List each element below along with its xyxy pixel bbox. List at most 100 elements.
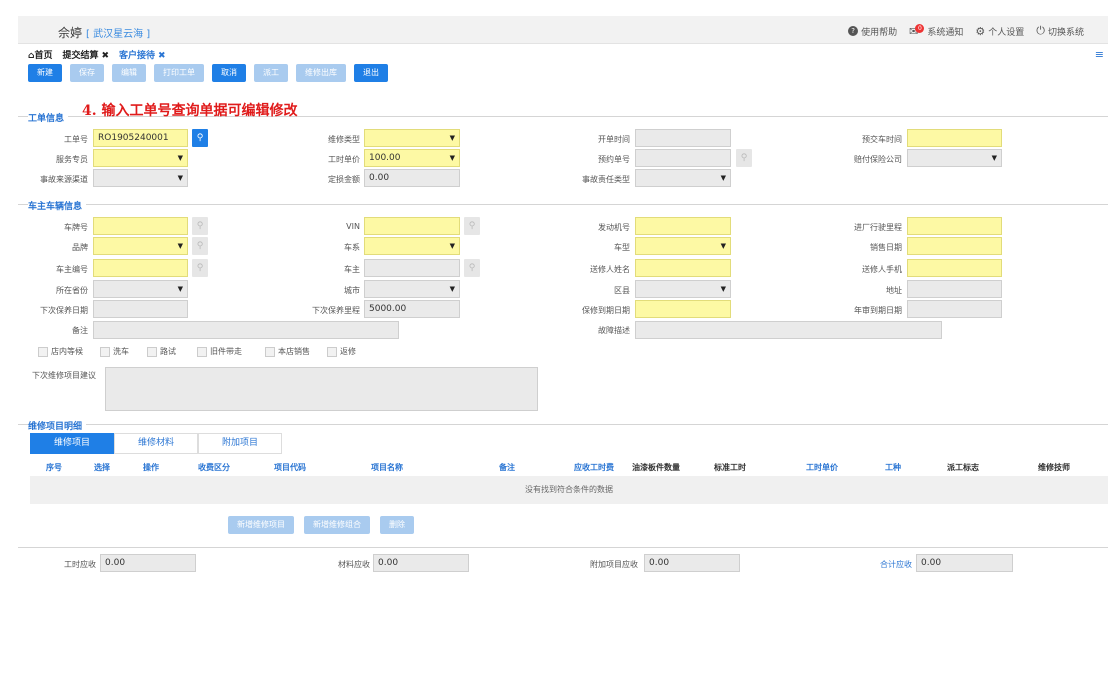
exit-button[interactable]: 退出	[354, 64, 388, 82]
save-button[interactable]: 保存	[70, 64, 104, 82]
tab-settle[interactable]: 提交结算 ✖	[62, 48, 109, 61]
caret-down-icon: ▼	[720, 285, 726, 293]
caret-down-icon: ▼	[449, 134, 455, 142]
caret-down-icon: ▼	[991, 154, 997, 162]
checkbox-box[interactable]	[197, 346, 207, 357]
tab-home-label: 首页	[34, 51, 53, 61]
brand-select[interactable]: ▼	[93, 237, 188, 255]
checkbox-box[interactable]	[327, 346, 337, 357]
tab-home[interactable]: ⌂首页	[28, 48, 52, 61]
plate-input[interactable]	[93, 217, 188, 235]
model-select[interactable]: ▼	[635, 237, 731, 255]
print-button[interactable]: 打印工单	[154, 64, 204, 82]
warranty-input[interactable]	[635, 300, 731, 318]
expect-time-input[interactable]	[907, 129, 1002, 147]
checkbox-box[interactable]	[147, 346, 157, 357]
close-icon[interactable]: ✖	[101, 51, 109, 61]
store-name[interactable]: [ 武汉星云海 ]	[86, 29, 150, 40]
advisor-select[interactable]: ▼	[93, 149, 188, 167]
checkbox-wash[interactable]: 洗车	[100, 346, 129, 357]
outstock-button[interactable]: 维修出库	[296, 64, 346, 82]
checkbox-box[interactable]	[38, 346, 48, 357]
sale-date-input[interactable]	[907, 237, 1002, 255]
help-link[interactable]: ? 使用帮助	[848, 24, 897, 38]
next-date-input[interactable]	[93, 300, 188, 318]
fault-input[interactable]	[635, 321, 942, 339]
hour-price-select[interactable]: 100.00 ▼	[364, 149, 460, 167]
tab-repair-items[interactable]: 维修项目	[30, 433, 114, 454]
liability-select[interactable]: ▼	[635, 169, 731, 187]
sender-phone-input[interactable]	[907, 259, 1002, 277]
dispatch-button[interactable]: 派工	[254, 64, 288, 82]
expect-time-label: 预交车时间	[862, 135, 902, 144]
new-button[interactable]: 新建	[28, 64, 62, 82]
add-item-button[interactable]: 新增维修项目	[228, 516, 294, 534]
order-no-input[interactable]: RO1905240001	[93, 129, 188, 147]
col-header: 操作	[143, 463, 159, 472]
search-icon[interactable]: ⚲	[192, 259, 208, 277]
search-icon[interactable]: ⚲	[464, 217, 480, 235]
search-icon[interactable]: ⚲	[192, 217, 208, 235]
engine-input[interactable]	[635, 217, 731, 235]
appoint-no-input[interactable]	[635, 149, 731, 167]
inspect-input[interactable]	[907, 300, 1002, 318]
deposit-input[interactable]: 0.00	[364, 169, 460, 187]
owner-no-input[interactable]	[93, 259, 188, 277]
switch-link[interactable]: ⏻ 切换系统	[1036, 24, 1084, 38]
liability-label: 事故责任类型	[582, 175, 630, 184]
repair-type-select[interactable]: ▼	[364, 129, 460, 147]
notify-link[interactable]: ✉ 0 系统通知	[909, 23, 963, 38]
address-input[interactable]	[907, 280, 1002, 298]
source-select[interactable]: ▼	[93, 169, 188, 187]
search-icon[interactable]: ⚲	[192, 237, 208, 255]
tab-extra-items[interactable]: 附加项目	[198, 433, 282, 454]
tab-settle-label: 提交结算	[62, 51, 99, 61]
address-label: 地址	[886, 286, 902, 295]
model-label: 车型	[614, 243, 630, 252]
cancel-button[interactable]: 取消	[212, 64, 246, 82]
search-icon[interactable]: ⚲	[192, 129, 208, 147]
settings-link[interactable]: ⚙ 个人设置	[975, 24, 1024, 38]
tab-reception[interactable]: 客户接待 ✖	[119, 48, 166, 61]
next-date-label: 下次保养日期	[40, 306, 88, 315]
tab-materials[interactable]: 维修材料	[114, 433, 198, 454]
owner-label: 车主	[344, 265, 360, 274]
checkbox-store-sale[interactable]: 本店销售	[265, 346, 310, 357]
checkbox-old-parts[interactable]: 旧件带走	[197, 346, 242, 357]
material-label: 材料应收	[338, 560, 370, 569]
col-header: 派工标志	[947, 463, 979, 472]
next-mileage-input[interactable]: 5000.00	[364, 300, 460, 318]
caret-down-icon: ▼	[449, 154, 455, 162]
close-icon[interactable]: ✖	[158, 51, 166, 61]
checkbox-rework[interactable]: 返修	[327, 346, 356, 357]
menu-icon[interactable]: ≡	[1095, 48, 1104, 61]
page-tabs: ⌂首页 提交结算 ✖ 客户接待 ✖	[28, 48, 166, 61]
gear-icon: ⚙	[975, 24, 986, 38]
advice-textarea[interactable]	[105, 367, 538, 411]
checkbox-box[interactable]	[100, 346, 110, 357]
add-combo-button[interactable]: 新增维修组合	[304, 516, 370, 534]
vin-input[interactable]	[364, 217, 460, 235]
search-icon[interactable]: ⚲	[464, 259, 480, 277]
district-select[interactable]: ▼	[635, 280, 731, 298]
checkbox-wait[interactable]: 店内等候	[38, 346, 83, 357]
power-icon: ⏻	[1036, 24, 1045, 37]
top-actions: ? 使用帮助 ✉ 0 系统通知 ⚙ 个人设置 ⏻ 切换系统	[848, 23, 1084, 38]
edit-button[interactable]: 编辑	[112, 64, 146, 82]
advisor-label: 服务专员	[56, 155, 88, 164]
checkbox-road-test[interactable]: 路试	[147, 346, 176, 357]
col-header: 应收工时费	[574, 463, 614, 472]
province-label: 所在省份	[56, 286, 88, 295]
delete-button[interactable]: 删除	[380, 516, 414, 534]
city-select[interactable]: ▼	[364, 280, 460, 298]
series-select[interactable]: ▼	[364, 237, 460, 255]
checkbox-box[interactable]	[265, 346, 275, 357]
province-select[interactable]: ▼	[93, 280, 188, 298]
sender-input[interactable]	[635, 259, 731, 277]
mileage-input[interactable]	[907, 217, 1002, 235]
owner-input[interactable]	[364, 259, 460, 277]
remark-input[interactable]	[93, 321, 399, 339]
user-info: 佘婷[ 武汉星云海 ]	[58, 24, 150, 41]
insurer-select[interactable]: ▼	[907, 149, 1002, 167]
search-icon[interactable]: ⚲	[736, 149, 752, 167]
